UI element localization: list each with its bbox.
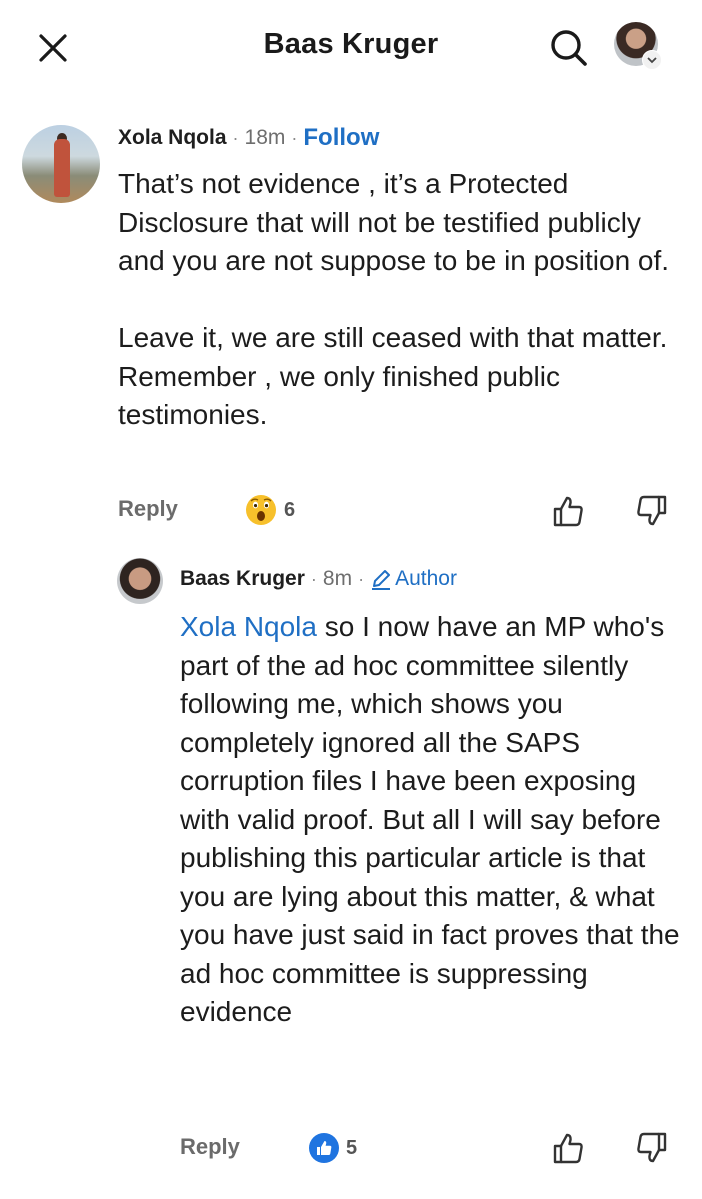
separator-dot: · bbox=[310, 568, 317, 589]
top-bar: Baas Kruger bbox=[0, 0, 702, 95]
follow-button[interactable]: Follow bbox=[303, 124, 379, 152]
account-avatar-button[interactable] bbox=[614, 22, 662, 70]
comment-author[interactable]: Baas Kruger bbox=[180, 567, 305, 591]
avatar[interactable] bbox=[22, 125, 100, 203]
thumbs-up-icon bbox=[553, 1133, 583, 1164]
dislike-button[interactable] bbox=[632, 1128, 672, 1168]
separator-dot: · bbox=[291, 127, 298, 148]
pencil-icon bbox=[372, 570, 391, 590]
comment-meta: Baas Kruger · 8m · Author bbox=[180, 567, 457, 591]
comment-text: That’s not evidence , it’s a Protected D… bbox=[118, 168, 670, 430]
reply-button[interactable]: Reply bbox=[118, 496, 178, 522]
comment-author[interactable]: Xola Nqola bbox=[118, 126, 227, 150]
thumbs-up-icon bbox=[553, 496, 583, 527]
reaction-count: 6 bbox=[284, 498, 296, 521]
separator-dot: · bbox=[358, 568, 365, 589]
chevron-down-icon bbox=[642, 50, 662, 70]
reaction-summary[interactable]: 5 bbox=[308, 1132, 357, 1164]
reply-button[interactable]: Reply bbox=[180, 1134, 240, 1160]
dislike-button[interactable] bbox=[632, 491, 672, 531]
like-button[interactable] bbox=[548, 491, 588, 531]
like-icon bbox=[309, 1133, 339, 1163]
search-button[interactable] bbox=[548, 27, 590, 69]
thumbs-down-icon bbox=[637, 495, 667, 526]
reaction-count: 5 bbox=[346, 1136, 358, 1159]
thumbs-down-icon bbox=[637, 1132, 667, 1163]
search-icon bbox=[551, 30, 587, 66]
comment-text-body: so I now have an MP who's part of the ad… bbox=[180, 611, 680, 1027]
reaction-summary[interactable]: 6 bbox=[244, 493, 295, 527]
wow-emoji-icon bbox=[246, 495, 276, 525]
page-title: Baas Kruger bbox=[263, 28, 439, 60]
comment-text: Xola Nqola so I now have an MP who's par… bbox=[180, 608, 680, 1032]
author-badge-label: Author bbox=[395, 567, 457, 590]
comment-time: 8m bbox=[322, 567, 353, 590]
comment-time: 18m bbox=[244, 126, 286, 149]
author-badge: Author bbox=[370, 567, 457, 591]
avatar[interactable] bbox=[117, 558, 163, 604]
user-mention[interactable]: Xola Nqola bbox=[180, 611, 317, 642]
separator-dot: · bbox=[232, 127, 239, 148]
like-button[interactable] bbox=[548, 1128, 588, 1168]
comment-meta: Xola Nqola · 18m · Follow bbox=[118, 124, 379, 152]
